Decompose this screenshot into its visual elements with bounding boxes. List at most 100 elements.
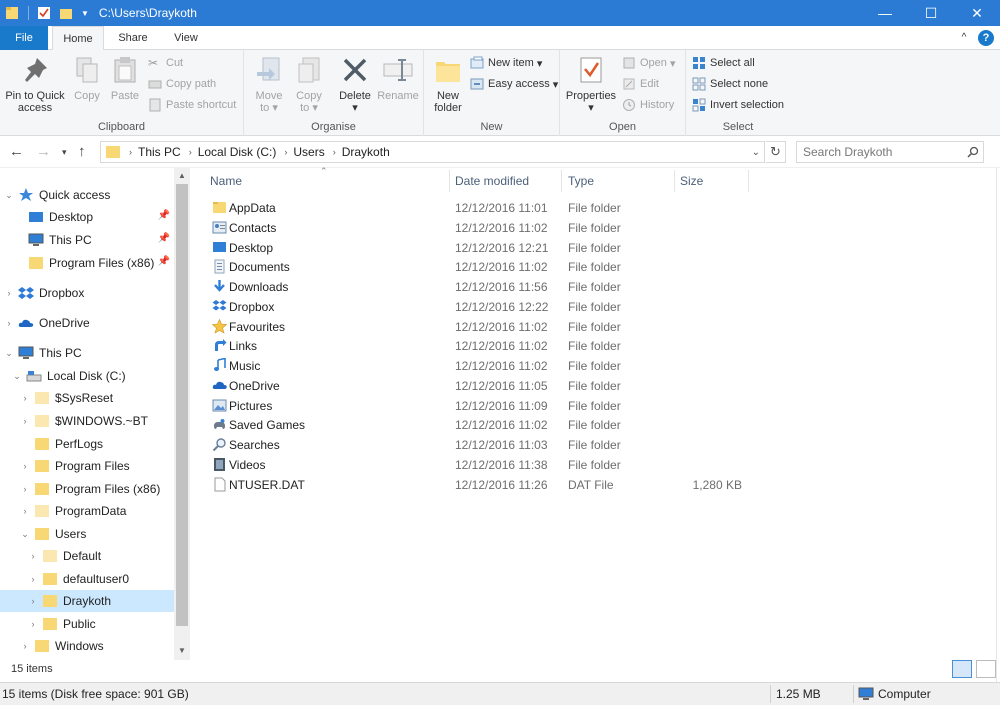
breadcrumb-users[interactable]: Users <box>293 145 324 159</box>
tab-view[interactable]: View <box>162 26 210 50</box>
delete-button[interactable]: Delete ▾ <box>334 54 376 114</box>
file-row-ntuser-dat[interactable]: NTUSER.DAT 12/12/2016 11:26 DAT File 1,280 … <box>200 475 760 495</box>
breadcrumb-draykoth[interactable]: Draykoth <box>342 145 390 159</box>
refresh-button[interactable]: ↻ <box>766 141 786 163</box>
move-to-button[interactable]: Move to ▾ <box>250 54 288 114</box>
easy-access-button[interactable]: Easy access ▾ <box>470 75 558 93</box>
properties-button[interactable]: Properties ▾ <box>564 54 618 114</box>
paste-button[interactable]: Paste <box>106 54 144 102</box>
customize-qat-icon[interactable]: ▼ <box>81 9 89 18</box>
chevron-right-icon[interactable]: › <box>20 641 30 651</box>
tab-share[interactable]: Share <box>108 26 158 50</box>
chevron-right-icon[interactable]: › <box>28 596 38 606</box>
back-arrow-icon[interactable]: ← <box>9 143 24 160</box>
chevron-down-icon[interactable]: ⌄ <box>20 529 30 540</box>
column-header-date[interactable]: Date modified <box>445 168 557 194</box>
chevron-down-icon[interactable]: ⌄ <box>4 348 14 359</box>
chevron-right-icon[interactable]: › <box>20 461 30 471</box>
pin-icon[interactable]: 📌 <box>158 210 170 221</box>
pin-to-quick-access-button[interactable]: Pin to Quick access <box>4 54 66 114</box>
column-header-name[interactable]: Name <box>200 168 450 194</box>
invert-selection-button[interactable]: Invert selection <box>692 96 784 114</box>
chevron-down-icon[interactable]: ⌄ <box>12 371 22 382</box>
breadcrumb-this-pc[interactable]: This PC <box>138 145 181 159</box>
tree-item-programdata[interactable]: › ProgramData <box>0 500 174 522</box>
chevron-right-icon[interactable]: › <box>20 393 30 403</box>
tree-item-perflogs[interactable]: PerfLogs <box>0 433 174 455</box>
properties-icon[interactable] <box>37 6 51 20</box>
scrollbar-thumb[interactable] <box>176 184 188 626</box>
file-row-appdata[interactable]: AppData 12/12/2016 11:01 File folder <box>200 198 760 218</box>
chevron-right-icon[interactable]: › <box>129 147 132 157</box>
chevron-down-icon[interactable]: ⌄ <box>4 190 14 201</box>
column-header-type[interactable]: Type <box>558 168 670 194</box>
scroll-down-icon[interactable]: ▼ <box>174 646 190 655</box>
nav-pane-scrollbar[interactable]: ▲ ▼ <box>174 168 190 660</box>
tree-item-draykoth[interactable]: › Draykoth <box>0 590 174 612</box>
chevron-right-icon[interactable]: › <box>28 574 38 584</box>
edit-button[interactable]: Edit <box>622 75 659 93</box>
search-input[interactable] <box>803 145 963 159</box>
copy-button[interactable]: Copy <box>68 54 106 102</box>
tree-item-onedrive[interactable]: › OneDrive <box>0 312 174 334</box>
close-button[interactable]: ✕ <box>954 0 1000 26</box>
tree-item-users[interactable]: ⌄ Users <box>0 523 174 545</box>
open-button[interactable]: Open ▾ <box>622 54 676 72</box>
forward-arrow-icon[interactable]: → <box>36 143 51 160</box>
tree-item-windows-bt[interactable]: › $WINDOWS.~BT <box>0 410 174 432</box>
new-folder-button[interactable]: New folder <box>428 54 468 114</box>
file-row-downloads[interactable]: Downloads 12/12/2016 11:56 File folder <box>200 277 760 297</box>
select-none-button[interactable]: Select none <box>692 75 768 93</box>
tab-home[interactable]: Home <box>52 26 104 51</box>
new-folder-icon[interactable] <box>59 6 73 20</box>
address-bar[interactable]: › This PC › Local Disk (C:) › Users › Dr… <box>100 141 765 163</box>
paste-shortcut-button[interactable]: Paste shortcut <box>148 96 236 114</box>
rename-button[interactable]: Rename <box>376 54 420 102</box>
pin-icon[interactable]: 📌 <box>158 256 170 267</box>
tree-item-windows[interactable]: › Windows <box>0 635 174 657</box>
file-row-documents[interactable]: Documents 12/12/2016 11:02 File folder <box>200 257 760 277</box>
tree-item-public[interactable]: › Public <box>0 613 174 635</box>
chevron-right-icon[interactable]: › <box>28 551 38 561</box>
tree-item-dropbox[interactable]: › Dropbox <box>0 282 174 304</box>
file-row-videos[interactable]: Videos 12/12/2016 11:38 File folder <box>200 455 760 475</box>
tree-item-local-disk[interactable]: ⌄ Local Disk (C:) <box>0 365 174 387</box>
chevron-right-icon[interactable]: › <box>20 484 30 494</box>
chevron-right-icon[interactable]: › <box>20 506 30 516</box>
tree-item-quick-access[interactable]: ⌄ Quick access <box>0 184 174 206</box>
address-dropdown-icon[interactable]: ⌄ <box>752 147 760 158</box>
tab-file[interactable]: File <box>0 26 48 50</box>
tree-item-this-pc[interactable]: ⌄ This PC <box>0 342 174 364</box>
ribbon-collapse-icon[interactable]: ^ <box>956 26 972 50</box>
details-view-icon[interactable] <box>952 660 972 678</box>
minimize-button[interactable]: — <box>862 0 908 26</box>
pin-icon[interactable]: 📌 <box>158 233 170 244</box>
chevron-right-icon[interactable]: › <box>20 416 30 426</box>
tree-item-program-files[interactable]: › Program Files <box>0 455 174 477</box>
file-row-pictures[interactable]: Pictures 12/12/2016 11:09 File folder <box>200 396 760 416</box>
chevron-right-icon[interactable]: › <box>189 147 192 157</box>
file-row-searches[interactable]: Searches 12/12/2016 11:03 File folder <box>200 435 760 455</box>
cut-button[interactable]: ✂ Cut <box>148 54 183 72</box>
tree-item-desktop[interactable]: Desktop 📌 <box>0 206 174 228</box>
breadcrumb-local-disk[interactable]: Local Disk (C:) <box>198 145 277 159</box>
chevron-right-icon[interactable]: › <box>4 288 14 298</box>
file-row-music[interactable]: Music 12/12/2016 11:02 File folder <box>200 356 760 376</box>
file-row-contacts[interactable]: Contacts 12/12/2016 11:02 File folder <box>200 218 760 238</box>
chevron-right-icon[interactable]: › <box>284 147 287 157</box>
chevron-right-icon[interactable]: › <box>333 147 336 157</box>
file-row-onedrive[interactable]: OneDrive 12/12/2016 11:05 File folder <box>200 376 760 396</box>
scroll-up-icon[interactable]: ▲ <box>174 171 190 180</box>
maximize-button[interactable]: ☐ <box>908 0 954 26</box>
file-row-dropbox[interactable]: Dropbox 12/12/2016 12:22 File folder <box>200 297 760 317</box>
column-header-size[interactable]: Size <box>670 168 748 194</box>
recent-locations-icon[interactable]: ▾ <box>62 147 67 158</box>
chevron-right-icon[interactable]: › <box>4 318 14 328</box>
tree-item-program-files-x86[interactable]: › Program Files (x86) <box>0 478 174 500</box>
file-row-saved-games[interactable]: Saved Games 12/12/2016 11:02 File folder <box>200 415 760 435</box>
select-all-button[interactable]: Select all <box>692 54 755 72</box>
large-icons-view-icon[interactable] <box>976 660 996 678</box>
tree-item-this-pc-pinned[interactable]: This PC 📌 <box>0 229 174 251</box>
history-button[interactable]: History <box>622 96 674 114</box>
tree-item-defaultuser0[interactable]: › defaultuser0 <box>0 568 174 590</box>
